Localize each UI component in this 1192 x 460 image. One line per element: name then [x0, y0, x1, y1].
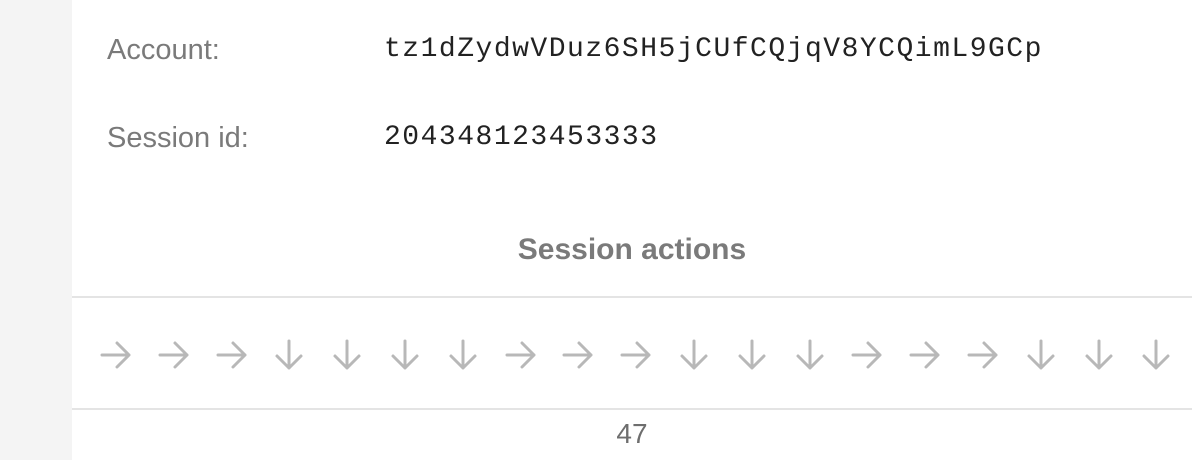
arrow-down-icon [677, 338, 711, 372]
arrow-right-icon [99, 338, 133, 372]
arrow-down-icon [1082, 338, 1116, 372]
arrow-down-icon [272, 338, 306, 372]
arrow-down-icon [735, 338, 769, 372]
arrow-right-icon [966, 338, 1000, 372]
arrow-right-icon [908, 338, 942, 372]
page-number: 47 [616, 418, 648, 449]
arrow-right-icon [619, 338, 653, 372]
session-id-row: Session id: 204348123453333 [107, 118, 1187, 158]
account-value: tz1dZydwVDuz6SH5jCUfCQjqV8YCQimL9GCp [384, 34, 1043, 65]
session-actions-strip [72, 298, 1192, 408]
session-id-label: Session id: [107, 122, 249, 154]
arrow-down-icon [330, 338, 364, 372]
arrow-down-icon [1139, 338, 1173, 372]
arrow-right-icon [504, 338, 538, 372]
arrow-down-icon [793, 338, 827, 372]
arrow-right-icon [215, 338, 249, 372]
arrow-right-icon [157, 338, 191, 372]
arrow-down-icon [446, 338, 480, 372]
account-label: Account: [107, 34, 220, 66]
arrow-right-icon [850, 338, 884, 372]
session-actions-title: Session actions [517, 233, 747, 266]
left-gutter [0, 0, 72, 460]
account-row: Account: tz1dZydwVDuz6SH5jCUfCQjqV8YCQim… [107, 30, 1187, 70]
session-panel: Account: tz1dZydwVDuz6SH5jCUfCQjqV8YCQim… [72, 0, 1192, 460]
arrow-down-icon [1024, 338, 1058, 372]
divider-bottom [72, 408, 1192, 410]
session-id-value: 204348123453333 [384, 122, 659, 153]
arrow-down-icon [388, 338, 422, 372]
arrow-right-icon [561, 338, 595, 372]
